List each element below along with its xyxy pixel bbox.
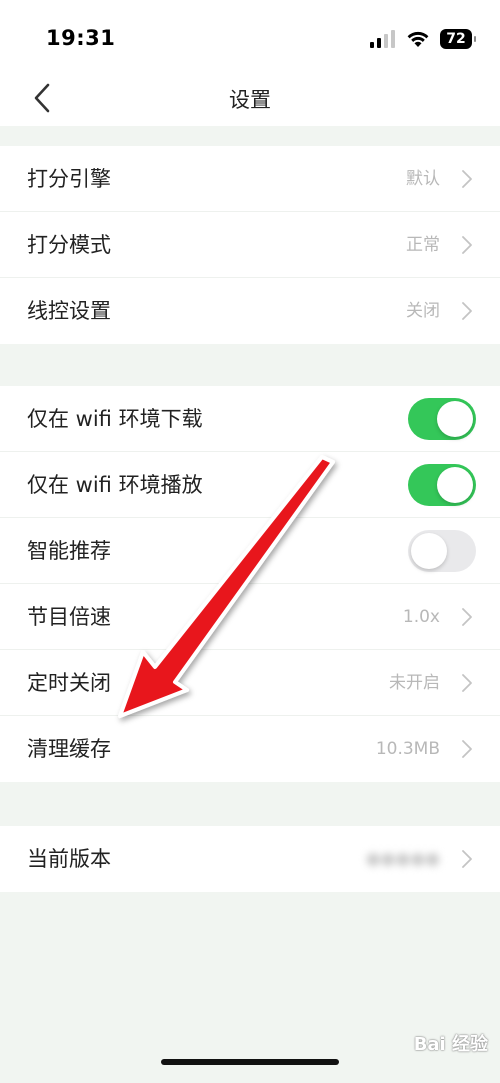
setting-label: 打分引擎 [27,167,111,191]
status-icons: 72 [370,28,476,50]
setting-label: 打分模式 [27,233,111,257]
setting-row-clear-cache[interactable]: 清理缓存 10.3MB [0,716,500,782]
chevron-right-icon [462,608,472,626]
setting-label: 清理缓存 [27,737,111,761]
page-title: 设置 [229,88,271,112]
setting-row-playback-speed[interactable]: 节目倍速 1.0x [0,584,500,650]
setting-row-sleep-timer[interactable]: 定时关闭 未开启 [0,650,500,716]
signal-icon [370,30,395,48]
chevron-right-icon [462,850,472,868]
setting-value: 关闭 [406,301,440,321]
setting-value: 1.0x [402,607,440,627]
chevron-right-icon [462,302,472,320]
watermark-logo: Bai 经验 [413,1034,488,1055]
settings-group-about: 当前版本 ●●●●● [0,826,500,892]
wifi-icon [407,31,429,47]
setting-row-scoring-mode[interactable]: 打分模式 正常 [0,212,500,278]
setting-label: 智能推荐 [27,539,111,563]
chevron-right-icon [462,170,472,188]
toggle-knob [437,401,473,437]
version-value-blurred: ●●●●● [365,849,440,869]
nav-bar: 设置 [0,78,500,126]
setting-label: 仅在 wifi 环境播放 [27,473,203,497]
status-time: 19:31 [46,26,116,50]
wifi-download-toggle[interactable] [408,398,476,440]
toggle-knob [411,533,447,569]
chevron-right-icon [462,740,472,758]
setting-row-wifi-download: 仅在 wifi 环境下载 [0,386,500,452]
setting-label: 线控设置 [27,299,111,323]
setting-label: 定时关闭 [27,671,111,695]
setting-row-wire-control[interactable]: 线控设置 关闭 [0,278,500,344]
settings-group-playback: 仅在 wifi 环境下载 仅在 wifi 环境播放 智能推荐 节目倍速 1.0x… [0,386,500,782]
setting-label: 节目倍速 [27,605,111,629]
setting-label: 仅在 wifi 环境下载 [27,407,203,431]
toggle-knob [437,467,473,503]
smart-recommend-toggle[interactable] [408,530,476,572]
wifi-play-toggle[interactable] [408,464,476,506]
setting-row-current-version[interactable]: 当前版本 ●●●●● [0,826,500,892]
chevron-right-icon [462,236,472,254]
battery-indicator: 72 [440,29,476,49]
setting-row-wifi-play: 仅在 wifi 环境播放 [0,452,500,518]
setting-row-scoring-engine[interactable]: 打分引擎 默认 [0,146,500,212]
setting-value: 默认 [406,169,440,189]
setting-label: 当前版本 [27,847,111,871]
status-bar: 19:31 72 [0,0,500,78]
settings-group-scoring: 打分引擎 默认 打分模式 正常 线控设置 关闭 [0,146,500,344]
setting-value: 正常 [406,235,440,255]
setting-row-smart-recommend: 智能推荐 [0,518,500,584]
home-indicator[interactable] [161,1059,339,1065]
setting-value: 10.3MB [375,739,440,759]
chevron-right-icon [462,674,472,692]
setting-value: 未开启 [389,673,440,693]
